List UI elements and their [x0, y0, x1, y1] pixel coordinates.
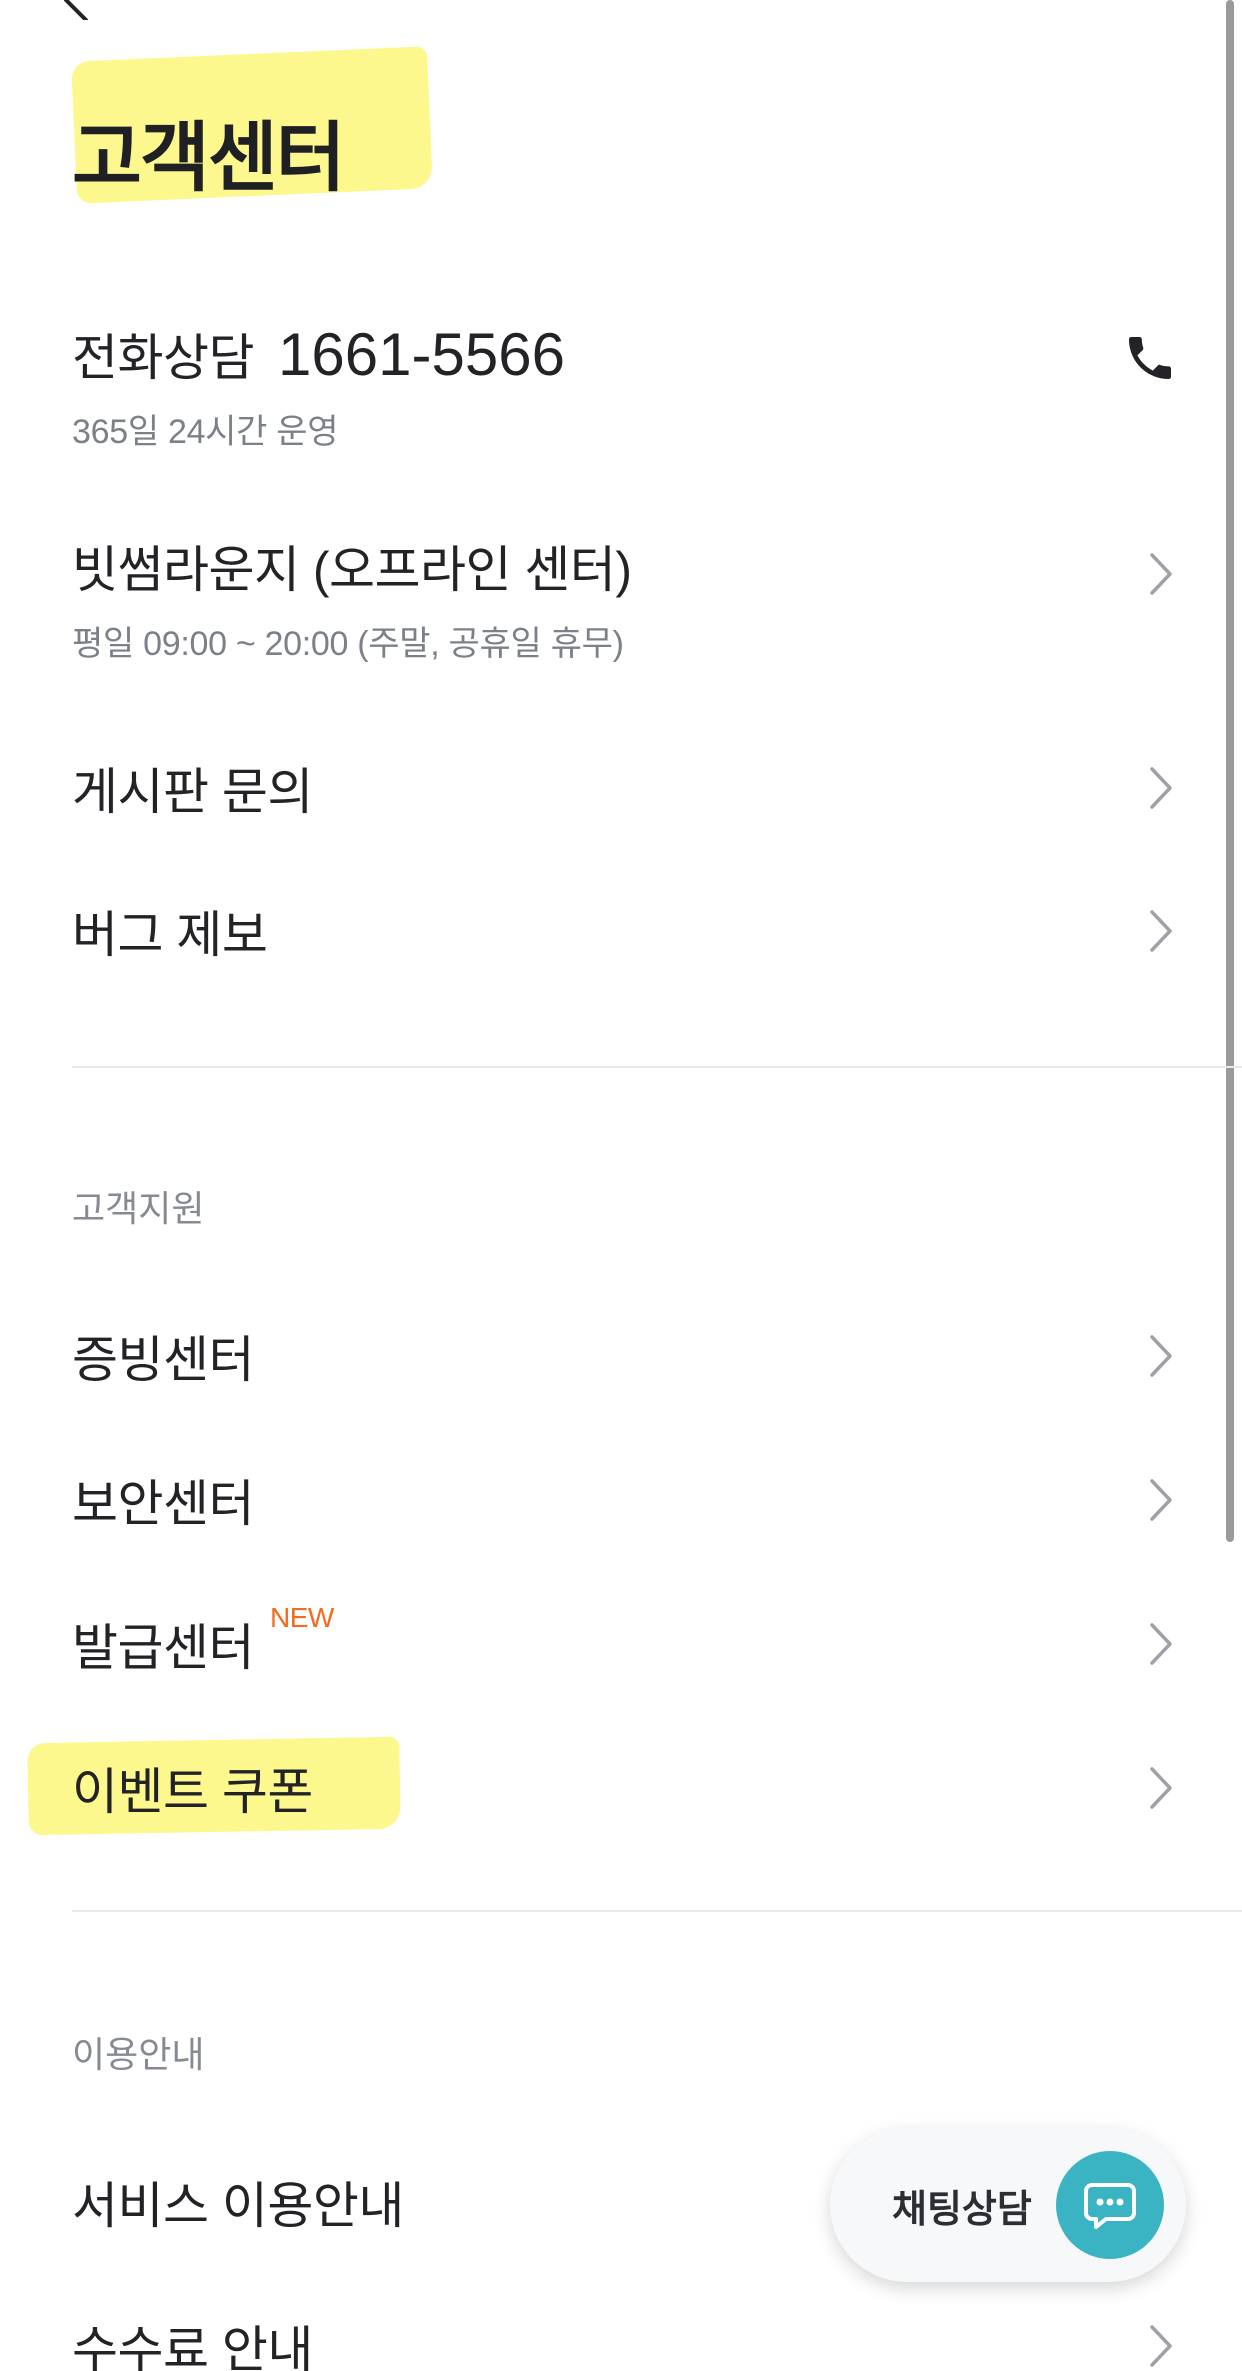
support-item-label: 증빙센터 [72, 1332, 255, 1388]
support-section-label: 고객지원 [72, 1188, 205, 1229]
board-inquiry-label: 게시판 문의 [72, 764, 313, 820]
chat-consult-button[interactable]: 채팅상담 [830, 2128, 1186, 2282]
bug-report-row[interactable]: 버그 제보 [72, 895, 1178, 967]
support-item-label: 이벤트 쿠폰 [72, 1764, 313, 1820]
chat-bubble-icon [1056, 2151, 1164, 2259]
support-item-issuance-center[interactable]: 발급센터 NEW [72, 1602, 1178, 1680]
page-title: 고객센터 [72, 116, 346, 201]
board-inquiry-row[interactable]: 게시판 문의 [72, 752, 1178, 824]
phone-consult-label: 전화상담 [72, 330, 255, 386]
chat-consult-label: 채팅상담 [892, 2188, 1032, 2231]
chevron-right-icon [1150, 552, 1172, 595]
chevron-right-icon [1150, 1767, 1172, 1809]
bug-report-label: 버그 제보 [72, 907, 268, 963]
lounge-label: 빗썸라운지 (오프라인 센터) [72, 542, 632, 598]
lounge-row[interactable]: 빗썸라운지 (오프라인 센터) 평일 09:00 ~ 20:00 (주말, 공휴… [72, 530, 1178, 665]
lounge-hours: 평일 09:00 ~ 20:00 (주말, 공휴일 휴무) [72, 625, 624, 663]
chevron-right-icon [1150, 910, 1172, 952]
chevron-right-icon [1150, 1623, 1172, 1665]
phone-consult-row[interactable]: 전화상담 1661-5566 365일 24시간 운영 [72, 318, 1178, 453]
guide-item-label: 수수료 안내 [72, 2322, 313, 2371]
chevron-right-icon [1150, 767, 1172, 809]
back-icon[interactable] [56, 0, 96, 20]
scrollbar[interactable] [1226, 0, 1234, 1542]
guide-item-fee-guide[interactable]: 수수료 안내 [72, 2310, 1178, 2371]
chevron-right-icon [1150, 1479, 1172, 1521]
phone-hours: 365일 24시간 운영 [72, 413, 339, 451]
phone-number: 1661-5566 [278, 321, 565, 388]
customer-center-page: 고객센터 전화상담 1661-5566 365일 24시간 운영 빗썸라운지 (… [0, 0, 1242, 2371]
guide-item-label: 서비스 이용안내 [72, 2178, 404, 2234]
support-item-evidence-center[interactable]: 증빙센터 [72, 1320, 1178, 1392]
guide-section-label: 이용안내 [72, 2034, 205, 2075]
support-item-label: 발급센터 [72, 1620, 255, 1676]
support-item-label: 보안센터 [72, 1476, 255, 1532]
chevron-right-icon [1150, 2325, 1172, 2367]
phone-icon[interactable] [1122, 330, 1178, 386]
support-item-event-coupon[interactable]: 이벤트 쿠폰 [72, 1752, 1178, 1824]
support-item-security-center[interactable]: 보안센터 [72, 1464, 1178, 1536]
new-badge: NEW [270, 1602, 334, 1633]
section-divider [72, 1910, 1242, 1912]
chevron-right-icon [1150, 1335, 1172, 1377]
section-divider [72, 1066, 1242, 1068]
